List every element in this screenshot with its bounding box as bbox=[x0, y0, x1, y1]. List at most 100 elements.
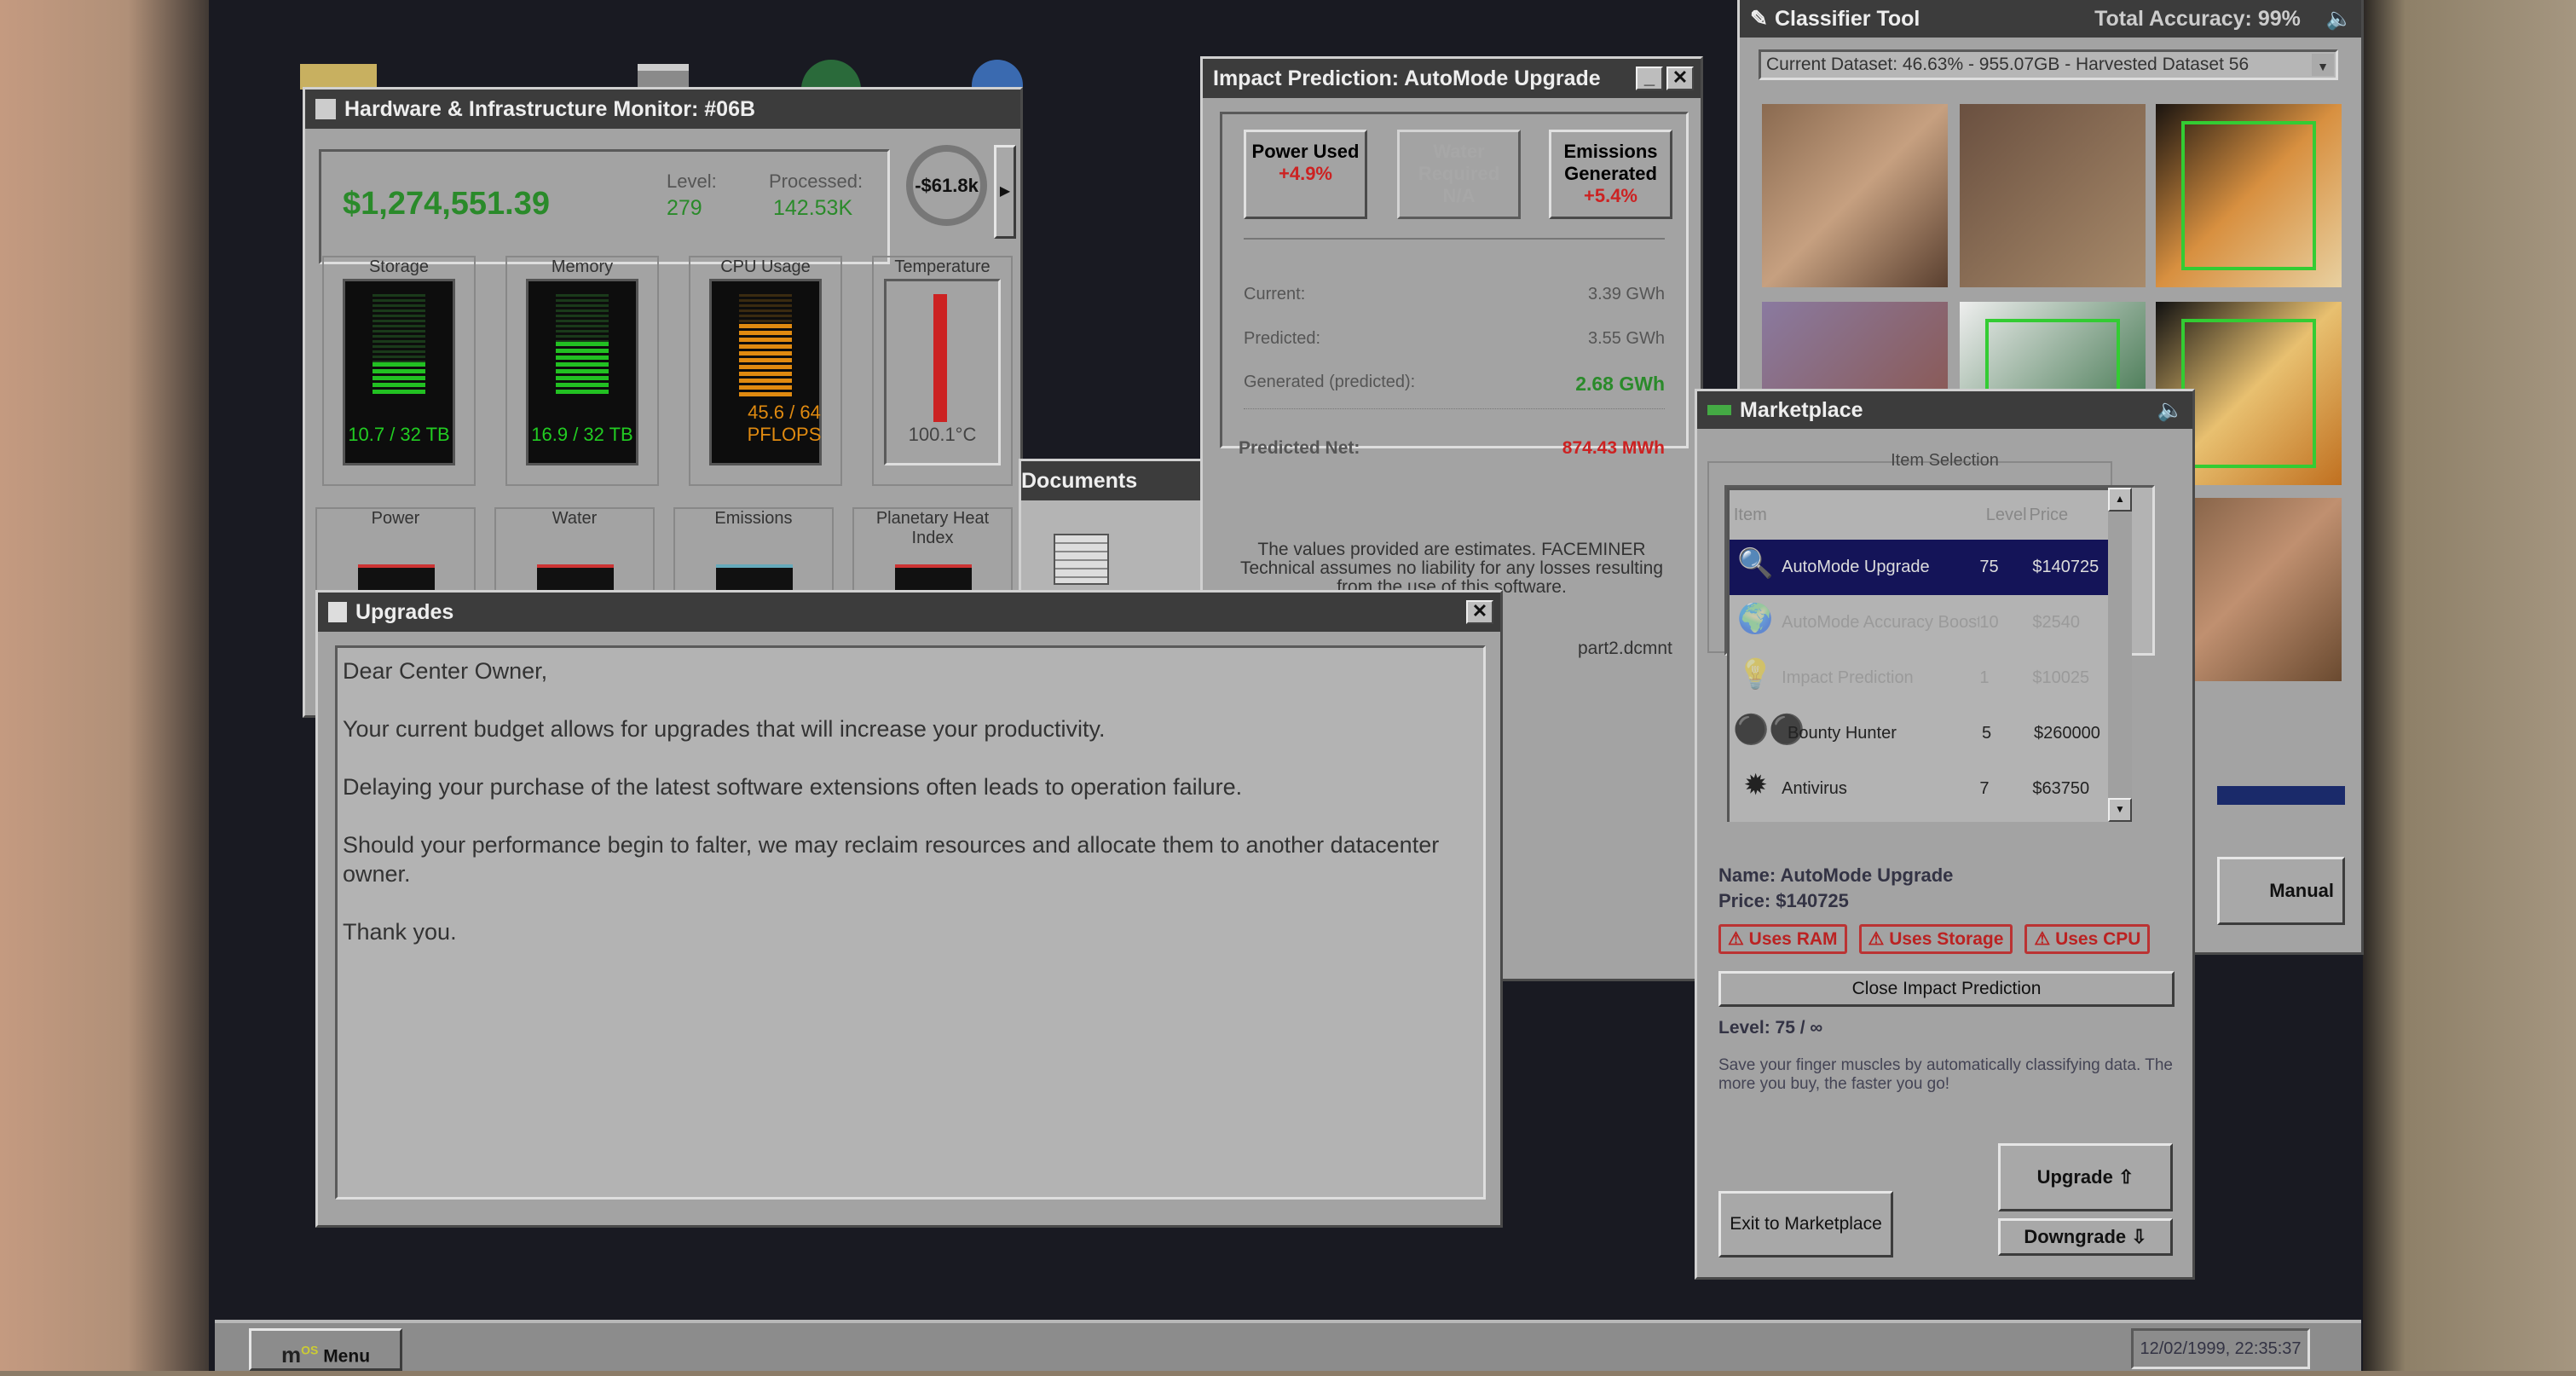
cpu-gauge: CPU Usage 45.6 / 64 PFLOPS bbox=[689, 256, 842, 486]
window-title: Marketplace bbox=[1740, 398, 1863, 422]
current-row: Current: 3.39 GWh bbox=[1244, 285, 1665, 304]
item-name: AutoMode Upgrade bbox=[1782, 558, 1930, 576]
emissions-generated-card: Emissions Generated +5.4% bbox=[1549, 130, 1672, 219]
title-bar[interactable]: Impact Prediction: AutoMode Upgrade _ ✕ bbox=[1203, 59, 1701, 98]
col-level[interactable]: Level bbox=[1986, 506, 2030, 525]
item-level: 7 bbox=[1979, 779, 1990, 798]
item-price: $260000 bbox=[2033, 724, 2100, 743]
face-image[interactable] bbox=[2156, 104, 2342, 287]
pen-icon: ✎ bbox=[1750, 7, 1768, 31]
paragraph: Should your performance begin to falter,… bbox=[343, 832, 1440, 887]
close-impact-prediction-button[interactable]: Close Impact Prediction bbox=[1718, 971, 2175, 1007]
item-price: $10025 bbox=[2032, 668, 2090, 687]
menu-label: Menu bbox=[323, 1346, 371, 1367]
stats-panel: $1,274,551.39 Level: 279 Processed: 142.… bbox=[319, 149, 890, 264]
graph-label: Water bbox=[552, 509, 598, 528]
list-item[interactable]: ✹ Antivirus 7 $63750 bbox=[1730, 761, 2108, 817]
uses-ram-tag: ⚠ Uses RAM bbox=[1718, 924, 1847, 954]
row-value: 3.55 GWh bbox=[1587, 329, 1665, 348]
speaker-icon[interactable]: 🔈 bbox=[2326, 0, 2353, 38]
card-value: +4.9% bbox=[1279, 163, 1332, 184]
monitor-icon bbox=[315, 99, 336, 119]
marketplace-window: Marketplace 🔈 Item Selection Item Level Pri… bbox=[1695, 389, 2195, 1280]
exit-to-marketplace-button[interactable]: Exit to Marketplace bbox=[1718, 1191, 1893, 1257]
manual-mode-button[interactable]: Manual Mode bbox=[2217, 857, 2345, 925]
col-price[interactable]: Price bbox=[2030, 506, 2108, 525]
card-label: Water Required bbox=[1418, 141, 1500, 184]
close-button[interactable]: ✕ bbox=[1666, 66, 1694, 90]
magnifier-folder-icon: 🔍 bbox=[1737, 546, 1774, 580]
rate-ring: -$61.8k bbox=[906, 145, 987, 226]
scroll-down-button[interactable]: ▼ bbox=[2108, 798, 2132, 822]
level-value: 279 bbox=[667, 196, 702, 220]
speaker-icon[interactable]: 🔈 bbox=[2157, 390, 2184, 430]
gauge-value: 100.1°C bbox=[908, 424, 977, 445]
memory-gauge: Memory 16.9 / 32 TB bbox=[505, 256, 659, 486]
uses-storage-tag: ⚠ Uses Storage bbox=[1858, 924, 2013, 954]
balance: $1,274,551.39 bbox=[343, 186, 551, 222]
card-value: +5.4% bbox=[1584, 185, 1637, 206]
detail-price: Price: $140725 bbox=[1718, 890, 1849, 911]
window-title: Hardware & Infrastructure Monitor: #06B bbox=[344, 97, 756, 121]
uses-cpu-tag: ⚠ Uses CPU bbox=[2024, 924, 2151, 954]
total-accuracy: Total Accuracy: 99% bbox=[2094, 7, 2301, 31]
binoculars-icon: ⚫⚫ bbox=[1733, 713, 1805, 746]
window-title: Classifier Tool bbox=[1774, 7, 1920, 31]
level-label: Level: bbox=[667, 171, 717, 192]
temperature-gauge: Temperature 100.1°C bbox=[872, 256, 1013, 486]
minimize-button[interactable]: _ bbox=[1636, 66, 1663, 90]
paragraph: Delaying your purchase of the latest sof… bbox=[343, 774, 1243, 800]
description: Save your finger muscles by automaticall… bbox=[1718, 1056, 2173, 1093]
title-bar[interactable]: Marketplace 🔈 bbox=[1697, 391, 2192, 429]
item-price: $140725 bbox=[2032, 558, 2099, 576]
title-bar[interactable]: Documents bbox=[1021, 461, 1221, 500]
predicted-row: Predicted: 3.55 GWh bbox=[1244, 329, 1665, 349]
file-part2[interactable]: part2.dcmnt bbox=[1578, 639, 1672, 659]
title-bar[interactable]: ✎ Classifier Tool Total Accuracy: 99% 🔈 bbox=[1740, 0, 2361, 38]
list-item[interactable]: 🌍 AutoMode Accuracy Booster 10 $2540 bbox=[1730, 595, 2108, 650]
item-level: 5 bbox=[1982, 724, 1992, 743]
face-image[interactable] bbox=[1960, 104, 2146, 287]
item-name: AutoMode Accuracy Booster bbox=[1782, 613, 1980, 632]
computer-icon[interactable] bbox=[638, 64, 689, 90]
requirement-tags: ⚠ Uses RAM ⚠ Uses Storage ⚠ Uses CPU bbox=[1718, 924, 2162, 954]
scroll-up-button[interactable]: ▲ bbox=[2108, 488, 2132, 512]
gauge-label: Temperature bbox=[894, 257, 991, 276]
graph-label: Emissions bbox=[714, 509, 793, 528]
virus-icon: ✹ bbox=[1743, 768, 1768, 801]
list-item[interactable]: ⚫⚫ Bounty Hunter 5 $260000 bbox=[1730, 706, 2108, 761]
gauge-value: 45.6 / 64 PFLOPS bbox=[747, 402, 822, 445]
upgrade-button[interactable]: Upgrade ⇧ bbox=[1998, 1143, 2173, 1211]
col-item[interactable]: Item bbox=[1734, 506, 1986, 525]
item-level: 1 bbox=[1979, 668, 1990, 687]
face-image[interactable] bbox=[1762, 104, 1948, 287]
button-label: Manual Mode bbox=[2269, 880, 2334, 901]
item-price: $2540 bbox=[2032, 613, 2080, 632]
paragraph: Dear Center Owner, bbox=[343, 658, 548, 684]
list-item[interactable]: 🔍 AutoMode Upgrade 75 $140725 bbox=[1730, 540, 2108, 595]
downgrade-button[interactable]: Downgrade ⇩ bbox=[1998, 1218, 2173, 1256]
start-menu-button[interactable]: mOS Menu bbox=[249, 1328, 402, 1371]
taskbar: mOS Menu 12/02/1999, 22:35:37 bbox=[215, 1320, 2361, 1371]
item-level: 10 bbox=[1979, 613, 1999, 632]
item-name: Bounty Hunter bbox=[1788, 724, 1897, 743]
list-scrollbar[interactable]: ▲ ▼ bbox=[2108, 488, 2132, 822]
title-bar[interactable]: Hardware & Infrastructure Monitor: #06B bbox=[305, 90, 1020, 129]
list-item[interactable]: 💡 Impact Prediction 1 $10025 bbox=[1730, 650, 2108, 706]
folder-icon[interactable] bbox=[300, 64, 377, 90]
card-label: Emissions Generated bbox=[1563, 141, 1658, 184]
storage-gauge: Storage 10.7 / 32 TB bbox=[322, 256, 476, 486]
rate-value: -$61.8k bbox=[915, 174, 979, 196]
close-button[interactable]: ✕ bbox=[1466, 600, 1493, 624]
chevron-down-icon[interactable]: ▼ bbox=[2312, 54, 2334, 76]
globe-person-icon: 🌍 bbox=[1737, 602, 1774, 635]
title-bar[interactable]: Upgrades ✕ bbox=[318, 593, 1500, 632]
expand-arrow-button[interactable]: ▶ bbox=[994, 145, 1016, 239]
gauge-value: 16.9 / 32 TB bbox=[531, 424, 633, 445]
item-table: Item Level Price 🔍 AutoMode Upgrade 7 5 $14072… bbox=[1727, 488, 2108, 822]
row-label: Generated (predicted): bbox=[1244, 373, 1416, 391]
item-name: Impact Prediction bbox=[1782, 668, 1914, 687]
dataset-dropdown[interactable]: Current Dataset: 46.63% - 955.07GB - Har… bbox=[1759, 49, 2338, 80]
message-body: Dear Center Owner, Your current budget a… bbox=[335, 645, 1486, 1200]
notepad-icon[interactable] bbox=[1054, 534, 1109, 585]
